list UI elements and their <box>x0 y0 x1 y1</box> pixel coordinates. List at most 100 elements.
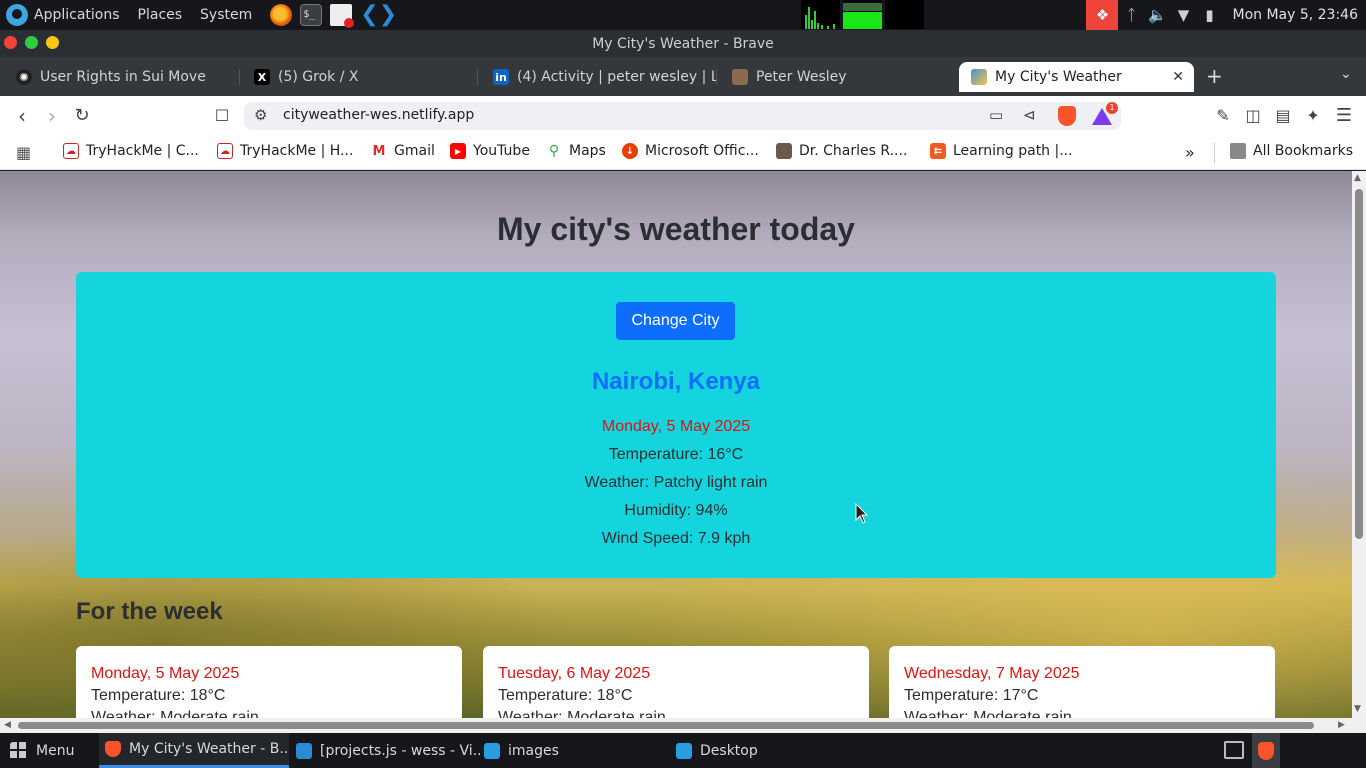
menu-icon[interactable]: ☰ <box>1332 104 1356 128</box>
anydesk-icon[interactable]: ❖ <box>1086 0 1119 30</box>
bookmarks-divider <box>1214 143 1215 163</box>
tab-my-city-weather[interactable]: My City's Weather ✕ <box>959 62 1194 92</box>
start-menu-button[interactable]: Menu <box>10 733 96 768</box>
rewards-badge: 1 <box>1106 102 1118 114</box>
brave-tray-icon[interactable] <box>1252 733 1280 768</box>
current-humidity: Humidity: 94% <box>624 502 728 519</box>
bookmark-label: TryHackMe | H... <box>240 143 354 159</box>
scroll-left-arrow-icon[interactable]: ◀ <box>4 718 11 733</box>
brave-rewards-icon[interactable]: 1 <box>1092 102 1118 129</box>
leo-ai-icon[interactable]: ✦ <box>1301 104 1325 128</box>
bookmark-learning-path[interactable]: ⇇ Learning path |... <box>930 143 1073 159</box>
taskbar-item-desktop[interactable]: Desktop <box>676 733 856 768</box>
wifi-icon[interactable]: ▼ <box>1170 0 1196 30</box>
new-tab-icon[interactable]: + <box>1206 64 1223 88</box>
bookmark-microsoft-office[interactable]: ↓ Microsoft Offic... <box>622 143 759 159</box>
week-heading: For the week <box>76 598 223 625</box>
tab-label: User Rights in Sui Move <box>40 69 206 85</box>
horizontal-scrollbar[interactable]: ◀ ▶ <box>0 718 1352 733</box>
address-bar[interactable]: ⚙ cityweather-wes.netlify.app ▭ ⊲ 1 <box>244 102 1121 130</box>
bookmark-icon[interactable]: ☐ <box>210 104 234 128</box>
bookmark-maps[interactable]: ⚲ Maps <box>546 143 606 159</box>
menu-grid-icon <box>10 741 28 760</box>
back-arrow-icon[interactable]: ‹ <box>10 104 34 128</box>
cast-icon[interactable]: ▭ <box>989 106 1003 124</box>
current-wind-speed: Wind Speed: 7.9 kph <box>601 530 751 547</box>
city-name: Nairobi, Kenya <box>591 368 761 395</box>
tab-label: My City's Weather <box>995 69 1122 85</box>
sidebar-toggle-icon[interactable]: ◫ <box>1241 104 1265 128</box>
wallet-icon[interactable]: ▤ <box>1271 104 1295 128</box>
scroll-right-arrow-icon[interactable]: ▶ <box>1338 718 1345 733</box>
taskbar-item-brave[interactable]: My City's Weather - B... <box>99 733 289 768</box>
vertical-scrollbar[interactable]: ▲ ▼ <box>1352 171 1366 718</box>
bookmark-label: YouTube <box>473 143 530 159</box>
maximize-window-button[interactable] <box>25 36 38 49</box>
volume-icon[interactable]: 🔈 <box>1144 0 1170 30</box>
taskbar: Menu My City's Weather - B... [projects.… <box>0 733 1366 768</box>
bookmark-label: Learning path |... <box>953 143 1073 159</box>
youtube-icon: ▶ <box>450 143 466 159</box>
gmail-icon: M <box>371 143 387 159</box>
workspace-switcher-icon[interactable] <box>1224 741 1244 759</box>
vertical-scroll-thumb[interactable] <box>1355 189 1363 539</box>
page-viewport: My city's weather today Change City Nair… <box>0 171 1352 718</box>
bookmark-label: Gmail <box>394 143 435 159</box>
close-window-button[interactable] <box>4 36 17 49</box>
close-tab-icon[interactable]: ✕ <box>1172 69 1184 85</box>
system-menu[interactable]: System <box>200 7 252 23</box>
apps-grid-icon[interactable]: ▦ <box>16 143 31 162</box>
learning-path-icon: ⇇ <box>930 143 946 159</box>
tab-peter-wesley[interactable]: Peter Wesley <box>720 62 956 92</box>
terminal-launcher-icon[interactable]: $_ <box>300 4 323 26</box>
forecast-card: Wednesday, 7 May 2025 Temperature: 17°C … <box>889 646 1275 718</box>
forecast-temperature: Temperature: 18°C <box>91 687 226 704</box>
scroll-down-arrow-icon[interactable]: ▼ <box>1354 704 1361 714</box>
current-weather-condition: Weather: Patchy light rain <box>584 474 768 491</box>
text-editor-launcher-icon[interactable] <box>330 4 355 28</box>
bookmark-gmail[interactable]: M Gmail <box>371 143 435 159</box>
tab-grok[interactable]: X (5) Grok / X <box>242 62 478 92</box>
kali-logo-icon[interactable] <box>6 4 28 26</box>
taskbar-item-label: My City's Weather - B... <box>129 741 289 757</box>
applications-menu[interactable]: Applications <box>34 7 120 23</box>
forecast-temperature: Temperature: 18°C <box>498 687 633 704</box>
share-icon[interactable]: ⊲ <box>1023 106 1036 124</box>
bookmark-youtube[interactable]: ▶ YouTube <box>450 143 530 159</box>
all-bookmarks-folder[interactable]: All Bookmarks <box>1230 143 1353 159</box>
bookmark-label: TryHackMe | C... <box>86 143 199 159</box>
places-menu[interactable]: Places <box>138 7 183 23</box>
firefox-launcher-icon[interactable] <box>270 4 293 26</box>
window-title-bar: My City's Weather - Brave <box>0 30 1366 57</box>
battery-icon[interactable]: ▮ <box>1196 0 1222 30</box>
tab-list-chevron-icon[interactable]: ⌄ <box>1340 66 1352 82</box>
reload-icon[interactable]: ↻ <box>70 104 94 128</box>
taskbar-item-vscode[interactable]: [projects.js - wess - Vi... <box>296 733 480 768</box>
forward-arrow-icon[interactable]: › <box>40 104 64 128</box>
site-info-icon[interactable]: ⚙ <box>254 106 267 124</box>
more-bookmarks-chevron-icon[interactable]: » <box>1185 143 1195 162</box>
extensions-icon[interactable]: ✎ <box>1211 104 1235 128</box>
bookmark-tryhackme-2[interactable]: ☁ TryHackMe | H... <box>217 143 353 159</box>
minimize-window-button[interactable] <box>46 36 59 49</box>
change-city-button[interactable]: Change City <box>616 302 735 340</box>
tab-label: (4) Activity | peter wesley | Li <box>517 69 717 85</box>
vscode-launcher-icon[interactable]: ❮❯ <box>360 4 397 26</box>
current-date: Monday, 5 May 2025 <box>601 418 751 435</box>
clock[interactable]: Mon May 5, 23:46 <box>1232 7 1358 23</box>
brave-shields-icon[interactable] <box>1058 106 1076 130</box>
horizontal-scroll-thumb[interactable] <box>18 722 1314 729</box>
url-text[interactable]: cityweather-wes.netlify.app <box>283 107 474 123</box>
openai-icon: ✺ <box>16 69 32 85</box>
bluetooth-icon[interactable]: ᛏ <box>1118 0 1144 30</box>
tab-strip: ✺ User Rights in Sui Move X (5) Grok / X… <box>0 57 1366 96</box>
bookmark-dr-charles[interactable]: Dr. Charles R.... <box>776 143 907 159</box>
tab-user-rights[interactable]: ✺ User Rights in Sui Move <box>4 62 240 92</box>
folder-icon <box>676 742 692 759</box>
scroll-up-arrow-icon[interactable]: ▲ <box>1354 173 1361 183</box>
bookmark-tryhackme-1[interactable]: ☁ TryHackMe | C... <box>63 143 199 159</box>
bookmarks-bar: ▦ ☁ TryHackMe | C... ☁ TryHackMe | H... … <box>0 136 1366 170</box>
forecast-date: Monday, 5 May 2025 <box>91 665 240 682</box>
tab-linkedin[interactable]: in (4) Activity | peter wesley | Li <box>481 62 717 92</box>
taskbar-item-images[interactable]: images <box>484 733 664 768</box>
